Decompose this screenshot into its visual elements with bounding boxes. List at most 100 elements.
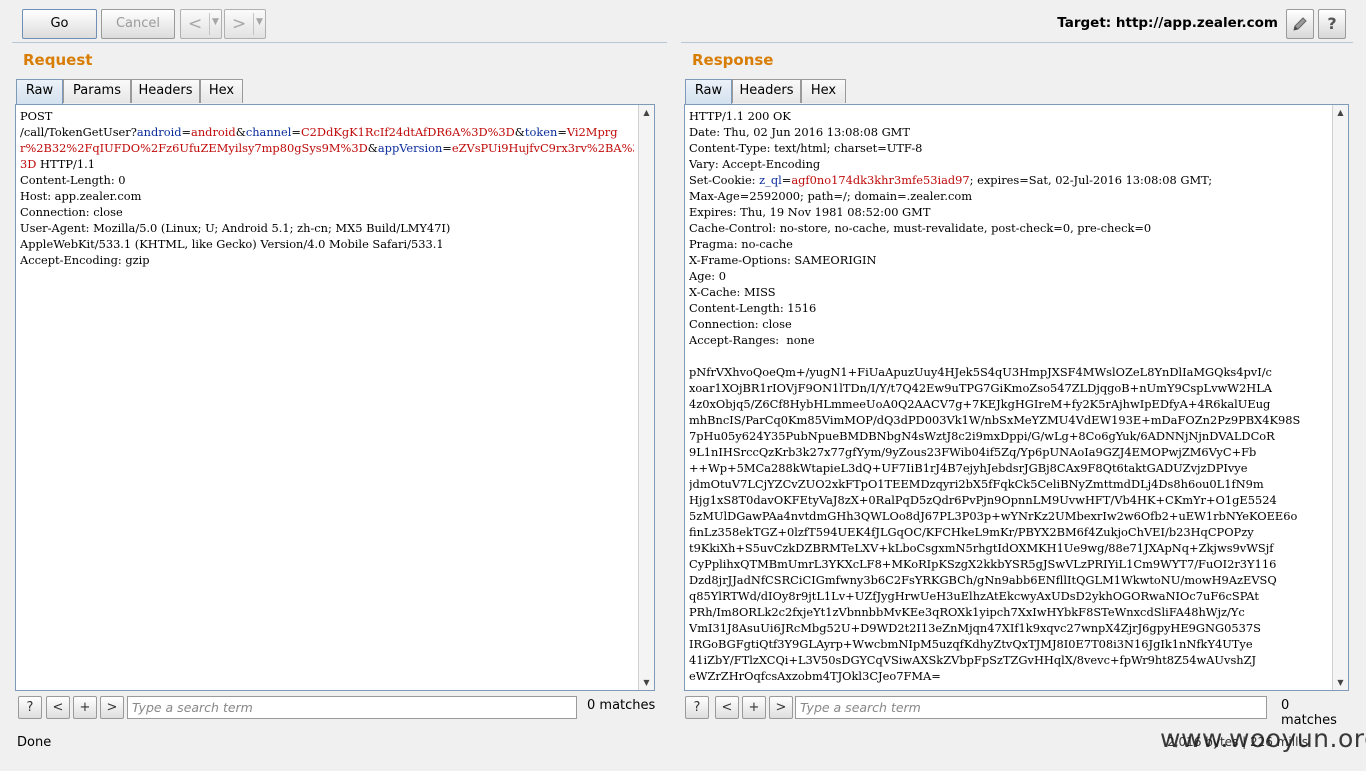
code-text: 4z0xObjq5/Z6Cf8HybHLmmeeUoA0Q2AACV7g+7KE… bbox=[689, 397, 1271, 411]
search-input[interactable]: Type a search term bbox=[127, 696, 577, 719]
param-name: token bbox=[524, 125, 558, 139]
forward-button[interactable]: > ▼ bbox=[224, 9, 266, 39]
tab-params[interactable]: Params bbox=[63, 79, 131, 103]
search-add-button[interactable]: + bbox=[742, 696, 766, 719]
response-line: X-Frame-Options: SAMEORIGIN bbox=[689, 252, 1328, 268]
help-button[interactable]: ? bbox=[1318, 9, 1346, 39]
response-body[interactable]: HTTP/1.1 200 OK Date: Thu, 02 Jun 2016 13… bbox=[689, 108, 1328, 684]
status-text: Done bbox=[17, 735, 52, 750]
code-text: Content-Type: text/html; charset=UTF-8 bbox=[689, 141, 923, 155]
response-line: VmI31J8AsuUi6JRcMbg52U+D9WD2t2I13eZnMjqn… bbox=[689, 620, 1328, 636]
code-text: finLz358ekTGZ+0lzfT594UEK4fJLGqOC/KFCHke… bbox=[689, 525, 1254, 539]
param-value: Vi2Mprg bbox=[566, 125, 618, 139]
tab-headers[interactable]: Headers bbox=[131, 79, 200, 103]
code-text: Accept-Ranges: none bbox=[689, 333, 815, 347]
code-text: /call/TokenGetUser? bbox=[20, 125, 137, 139]
plus-icon: + bbox=[79, 700, 91, 715]
divider bbox=[209, 13, 210, 35]
code-text: HTTP/1.1 bbox=[36, 157, 95, 171]
scroll-down-icon[interactable]: ▼ bbox=[639, 675, 654, 690]
search-previous-button[interactable]: < bbox=[46, 696, 70, 719]
request-body[interactable]: POST/call/TokenGetUser?android=android&c… bbox=[20, 108, 634, 268]
previous-icon: < bbox=[52, 700, 64, 715]
response-line: HTTP/1.1 200 OK bbox=[689, 108, 1328, 124]
param-name: channel bbox=[245, 125, 292, 139]
response-editor[interactable]: HTTP/1.1 200 OK Date: Thu, 02 Jun 2016 13… bbox=[684, 104, 1349, 691]
code-text: 41iZbY/FTlzXCQi+L3V50sDGYCqVSiwAXSkZVbpF… bbox=[689, 653, 1257, 667]
code-text: AppleWebKit/533.1 (KHTML, like Gecko) Ve… bbox=[20, 237, 444, 251]
response-line: eWZrZHrOqfcsAxzobm4TJOkl3CJeo7FMA= bbox=[689, 668, 1328, 684]
response-line: Age: 0 bbox=[689, 268, 1328, 284]
search-next-button[interactable]: > bbox=[100, 696, 124, 719]
vertical-scrollbar[interactable]: ▲ ▼ bbox=[1332, 105, 1348, 690]
code-text: ++Wp+5MCa288kWtapieL3dQ+UF7IiB1rJ4B7ejyh… bbox=[689, 461, 1248, 475]
scroll-up-icon[interactable]: ▲ bbox=[1333, 105, 1348, 120]
chevron-down-icon[interactable]: ▼ bbox=[256, 17, 263, 27]
scroll-up-icon[interactable]: ▲ bbox=[639, 105, 654, 120]
response-line bbox=[689, 348, 1328, 364]
tab-hex[interactable]: Hex bbox=[200, 79, 243, 103]
response-line: finLz358ekTGZ+0lzfT594UEK4fJLGqOC/KFCHke… bbox=[689, 524, 1328, 540]
code-text: eWZrZHrOqfcsAxzobm4TJOkl3CJeo7FMA= bbox=[689, 669, 941, 683]
code-text: 7pHu05y624Y35PubNpueBMDBNbgN4sWztJ8c2i9m… bbox=[689, 429, 1275, 443]
question-icon: ? bbox=[26, 700, 34, 715]
response-panel: Response Raw Headers Hex HTTP/1.1 200 OK… bbox=[681, 42, 1353, 728]
request-editor[interactable]: POST/call/TokenGetUser?android=android&c… bbox=[15, 104, 655, 691]
pencil-icon bbox=[1293, 17, 1307, 31]
code-text: = bbox=[557, 125, 567, 139]
response-line: mhBncIS/ParCq0Km85VimMOP/dQ3dPD003Vk1W/n… bbox=[689, 412, 1328, 428]
code-text: Set-Cookie: bbox=[689, 173, 760, 187]
code-text: 9L1nIHSrccQzKrb3k27x77gfYym/9yZous23FWib… bbox=[689, 445, 1257, 459]
match-count: 0 matches bbox=[587, 698, 656, 713]
response-line: 41iZbY/FTlzXCQi+L3V50sDGYCqVSiwAXSkZVbpF… bbox=[689, 652, 1328, 668]
request-panel: Request Raw Params Headers Hex POST/call… bbox=[12, 42, 667, 727]
response-line: ++Wp+5MCa288kWtapieL3dQ+UF7IiB1rJ4B7ejyh… bbox=[689, 460, 1328, 476]
scroll-down-icon[interactable]: ▼ bbox=[1333, 675, 1348, 690]
cancel-button[interactable]: Cancel bbox=[101, 9, 175, 39]
question-icon: ? bbox=[1327, 14, 1337, 33]
go-button[interactable]: Go bbox=[22, 9, 97, 39]
search-previous-button[interactable]: < bbox=[715, 696, 739, 719]
request-line: Connection: close bbox=[20, 204, 634, 220]
tab-headers[interactable]: Headers bbox=[732, 79, 801, 103]
search-input[interactable]: Type a search term bbox=[795, 696, 1267, 719]
tab-raw[interactable]: Raw bbox=[16, 79, 63, 104]
code-text: Age: 0 bbox=[689, 269, 726, 283]
code-text: Date: Thu, 02 Jun 2016 13:08:08 GMT bbox=[689, 125, 910, 139]
param-value: agf0no174dk3khr3mfe53iad97 bbox=[791, 173, 970, 187]
response-line: 4z0xObjq5/Z6Cf8HybHLmmeeUoA0Q2AACV7g+7KE… bbox=[689, 396, 1328, 412]
request-line: r%2B32%2FqIUFDO%2Fz6UfuZEMyilsy7mp80gSys… bbox=[20, 140, 634, 156]
response-line: Accept-Ranges: none bbox=[689, 332, 1328, 348]
edit-target-button[interactable] bbox=[1286, 9, 1314, 39]
previous-icon: < bbox=[721, 700, 733, 715]
request-search-bar: ? < + > Type a search term 0 matches bbox=[16, 695, 663, 721]
code-text: Content-Length: 0 bbox=[20, 173, 126, 187]
request-line: AppleWebKit/533.1 (KHTML, like Gecko) Ve… bbox=[20, 236, 634, 252]
code-text: = bbox=[181, 125, 192, 139]
code-text: Accept-Encoding: gzip bbox=[20, 253, 150, 267]
code-text: = bbox=[442, 141, 452, 155]
code-text: X-Cache: MISS bbox=[689, 285, 776, 299]
response-line: PRh/Im8ORLk2c2fxjeYt1zVbnnbbMvKEe3qROXk1… bbox=[689, 604, 1328, 620]
response-line: IRGoBGFgtiQtf3Y9GLAyrp+WwcbmNIpM5uzqfKdh… bbox=[689, 636, 1328, 652]
vertical-scrollbar[interactable]: ▲ ▼ bbox=[638, 105, 654, 690]
code-text: Cache-Control: no-store, no-cache, must-… bbox=[689, 221, 1152, 235]
back-button[interactable]: < ▼ bbox=[180, 9, 222, 39]
code-text: Max-Age=2592000; path=/; domain=.zealer.… bbox=[689, 189, 973, 203]
chevron-down-icon[interactable]: ▼ bbox=[212, 17, 219, 27]
search-help-button[interactable]: ? bbox=[685, 696, 709, 719]
search-next-button[interactable]: > bbox=[769, 696, 793, 719]
tab-raw[interactable]: Raw bbox=[685, 79, 732, 104]
divider bbox=[253, 13, 254, 35]
search-add-button[interactable]: + bbox=[73, 696, 97, 719]
code-text: = bbox=[781, 173, 792, 187]
search-help-button[interactable]: ? bbox=[18, 696, 42, 719]
code-text: = bbox=[291, 125, 301, 139]
param-value: r%2B32%2FqIUFDO%2Fz6UfuZEMyilsy7mp80gSys… bbox=[20, 141, 368, 155]
response-line: Set-Cookie: z_ql=agf0no174dk3khr3mfe53ia… bbox=[689, 172, 1328, 188]
response-line: CyPplihxQTMBmUmrL3YKXcLF8+MKoRIpKSzgX2kk… bbox=[689, 556, 1328, 572]
divider bbox=[12, 42, 667, 43]
request-title: Request bbox=[23, 51, 93, 69]
param-name: z_ql bbox=[759, 173, 782, 187]
tab-hex[interactable]: Hex bbox=[801, 79, 846, 103]
